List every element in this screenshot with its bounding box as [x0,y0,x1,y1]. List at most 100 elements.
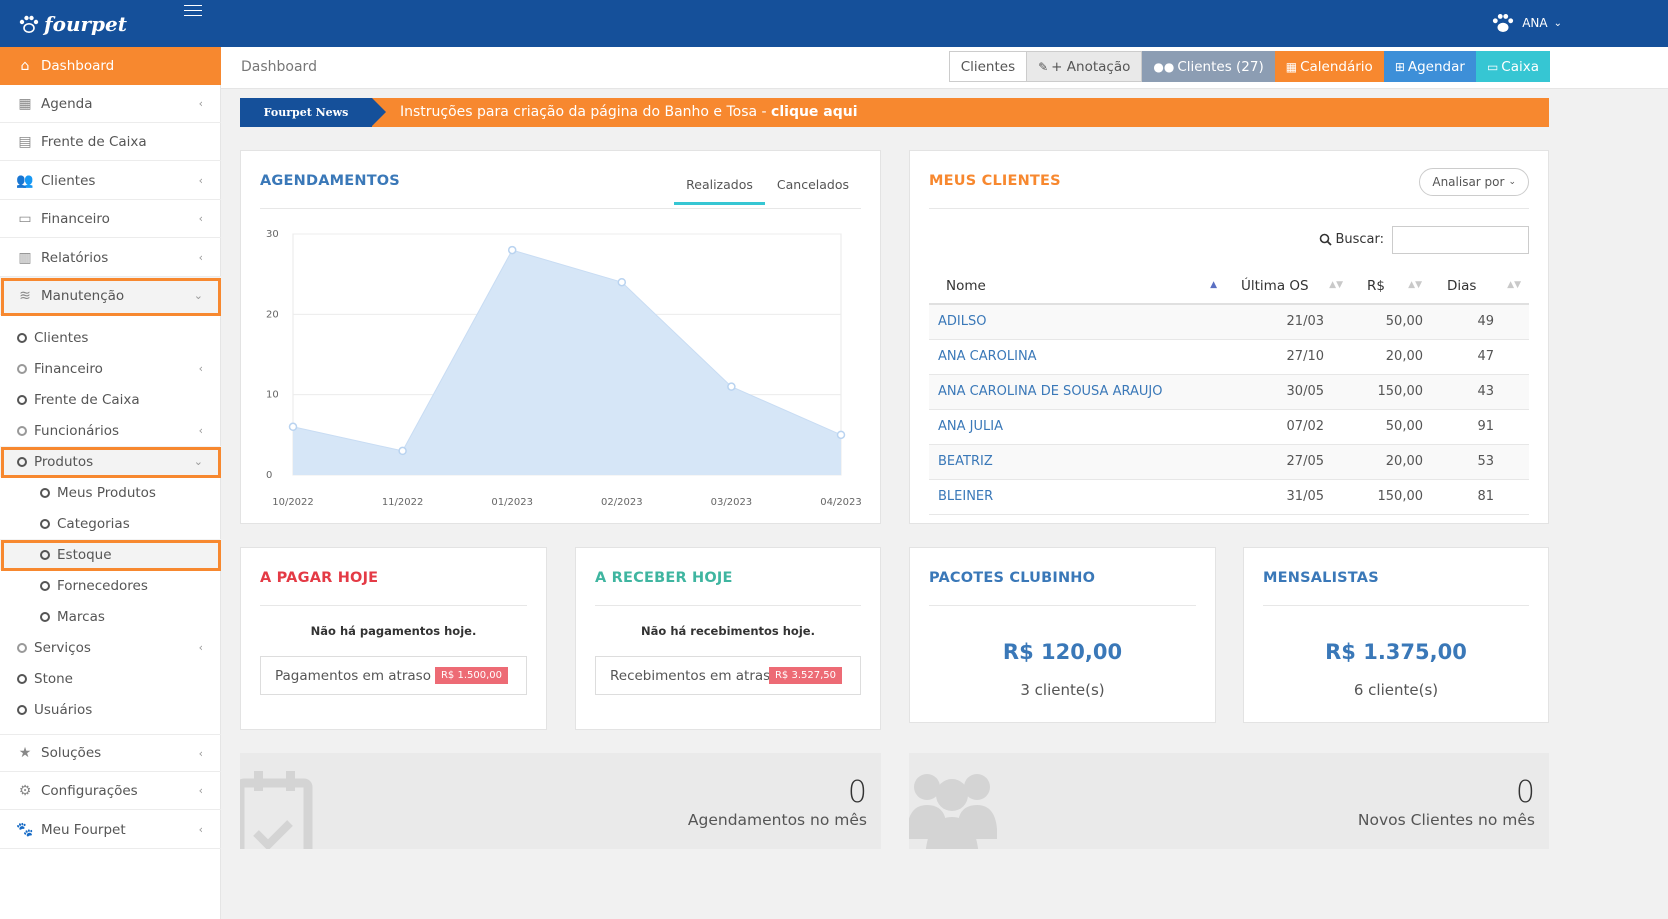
chevron-left-icon: ‹ [198,641,203,654]
brand-logo[interactable]: fourpet [18,10,127,38]
breadcrumb: Dashboard [241,59,317,75]
agendar-button[interactable]: ⊞ Agendar [1383,51,1476,82]
sidebar-item-configuracoes[interactable]: ⚙ Configurações ‹ [0,772,221,810]
cell-valor: 20,00 [1351,339,1430,375]
circle-icon [40,549,50,560]
cell-nome[interactable]: BEATRIZ [929,444,1225,480]
x-tick-label: 03/2023 [711,497,753,508]
sub-item-usuarios[interactable]: Usuários [0,694,221,725]
sidebar-item-solucoes[interactable]: ★ Soluções ‹ [0,734,221,772]
cell-ultima-os: 27/10 [1225,339,1351,375]
table-row[interactable]: BLEINER 31/05 150,00 81 [929,479,1529,515]
clientes-panel: MEUS CLIENTES Analisar por ⌄ Buscar: Nom… [909,150,1549,524]
agendamentos-panel: AGENDAMENTOS Realizados Cancelados 0 10 20… [240,150,881,524]
table-row[interactable]: ANA CAROLINA DE SOUSA ARAUJO 30/05 150,00 4… [929,374,1529,410]
cell-nome[interactable]: BLEINER [929,479,1225,515]
sidebar-item-label: Dashboard [41,58,115,74]
sidebar-item-relatorios[interactable]: ▥ Relatórios ‹ [0,239,221,277]
pagamentos-atraso[interactable]: Pagamentos em atraso R$ 1.500,00 [260,656,527,695]
sub-item-label: Fornecedores [57,577,148,594]
stat-novos-clientes[interactable]: 0 Novos Clientes no mês [909,753,1549,849]
cell-valor: 150,00 [1351,374,1430,410]
sidebar-item-manutencao[interactable]: ≋ Manutenção ⌄ [0,277,221,315]
circle-icon [17,642,27,653]
cell-ultima-os: 21/03 [1225,304,1351,340]
analisar-dropdown[interactable]: Analisar por ⌄ [1419,168,1529,196]
sub-item-clientes[interactable]: Clientes [0,322,221,353]
stat-value: 0 [1515,775,1535,810]
column-header-ultima-os[interactable]: Última OS ▲▼ [1225,268,1351,305]
page-header: Dashboard Clientes ✎ + Anotação ●● Clien… [221,47,1668,89]
table-row[interactable]: ANA CAROLINA 27/10 20,00 47 [929,339,1529,375]
paw-icon [19,15,39,33]
button-label: + Anotação [1051,58,1131,75]
calculator-icon: ▤ [18,133,32,150]
sub-item-label: Clientes [34,329,89,346]
home-icon: ⌂ [20,58,30,74]
sidebar-item-agenda[interactable]: ▦ Agenda ‹ [0,85,221,123]
sub-item-servicos[interactable]: Serviços ‹ [0,632,221,663]
cell-nome[interactable]: ANA CAROLINA [929,339,1225,375]
cell-nome[interactable]: ANA JULIA [929,409,1225,445]
panel-title: MENSALISTAS [1263,570,1379,586]
table-row[interactable]: ANA JULIA 07/02 50,00 91 [929,409,1529,445]
sidebar-item-financeiro[interactable]: ▭ Financeiro ‹ [0,200,221,238]
sub-item-frente-de-caixa[interactable]: Frente de Caixa [0,384,221,415]
chevron-left-icon: ‹ [198,823,203,836]
sub-item-label: Estoque [57,546,112,563]
sub-item-label: Serviços [34,639,91,656]
sub-item-fornecedores[interactable]: Fornecedores [0,570,221,601]
news-link[interactable]: clique aqui [771,104,858,120]
column-header-dias[interactable]: Dias ▲▼ [1430,268,1529,305]
divider [1263,605,1529,606]
cell-nome[interactable]: ANA CAROLINA DE SOUSA ARAUJO [929,374,1225,410]
clientes-button[interactable]: Clientes [948,51,1028,82]
sidebar-item-meu-fourpet[interactable]: 🐾 Meu Fourpet ‹ [0,811,221,849]
sub-item-categorias[interactable]: Categorias [0,508,221,539]
cell-valor: 150,00 [1351,479,1430,515]
sub-item-produtos[interactable]: Produtos ⌄ [0,446,221,477]
chevron-left-icon: ‹ [198,174,203,187]
edit-icon: ✎ [1038,59,1049,74]
sub-item-meus-produtos[interactable]: Meus Produtos [0,477,221,508]
caixa-button[interactable]: ▭ Caixa [1475,51,1550,82]
circle-icon [40,580,50,591]
sub-item-estoque[interactable]: Estoque [0,539,221,570]
sub-item-funcionarios[interactable]: Funcionários ‹ [0,415,221,446]
column-header-valor[interactable]: R$ ▲▼ [1351,268,1430,305]
divider [929,208,1529,209]
sub-item-label: Usuários [34,701,93,718]
cell-nome[interactable]: ADILSO [929,304,1225,340]
pagar-panel: A PAGAR HOJE Não há pagamentos hoje. Pag… [240,547,547,730]
sidebar-item-dashboard[interactable]: ⌂ Dashboard [0,47,221,85]
search-input[interactable] [1392,226,1529,254]
table-row[interactable]: ADILSO 21/03 50,00 49 [929,304,1529,340]
tab-realizados[interactable]: Realizados [674,171,765,205]
cell-dias: 53 [1430,444,1529,480]
sub-item-stone[interactable]: Stone [0,663,221,694]
stat-agendamentos-mes[interactable]: 0 Agendamentos no mês [240,753,881,849]
y-tick-label: 30 [266,229,279,240]
data-point [288,422,298,432]
x-tick-label: 01/2023 [491,497,533,508]
stat-label: Agendamentos no mês [687,811,867,829]
sub-item-financeiro[interactable]: Financeiro ‹ [0,353,221,384]
calendario-button[interactable]: ▦ Calendário [1274,51,1384,82]
sidebar-item-label: Relatórios [41,249,109,266]
sub-item-label: Frente de Caixa [34,391,140,408]
sidebar-item-frente-de-caixa[interactable]: ▤ Frente de Caixa [0,123,221,161]
anotacao-button[interactable]: ✎ + Anotação [1027,51,1143,82]
sidebar-item-clientes[interactable]: 👥 Clientes ‹ [0,162,221,200]
sub-item-label: Produtos [34,453,94,470]
tab-cancelados[interactable]: Cancelados [765,171,861,205]
sub-item-marcas[interactable]: Marcas [0,601,221,632]
column-header-nome[interactable]: Nome ▲ [929,268,1225,305]
clientes-count-button[interactable]: ●● Clientes (27) [1142,51,1275,82]
sort-asc-icon: ▲ [1210,280,1217,290]
user-menu[interactable]: ANA ⌄ [1490,12,1562,34]
menu-toggle-icon[interactable] [184,5,202,19]
recebimentos-atraso[interactable]: Recebimentos em atraso R$ 3.527,50 [595,656,861,695]
money-icon: ▭ [1486,59,1499,74]
table-row[interactable]: BEATRIZ 27/05 20,00 53 [929,444,1529,480]
cell-valor: 50,00 [1351,304,1430,340]
